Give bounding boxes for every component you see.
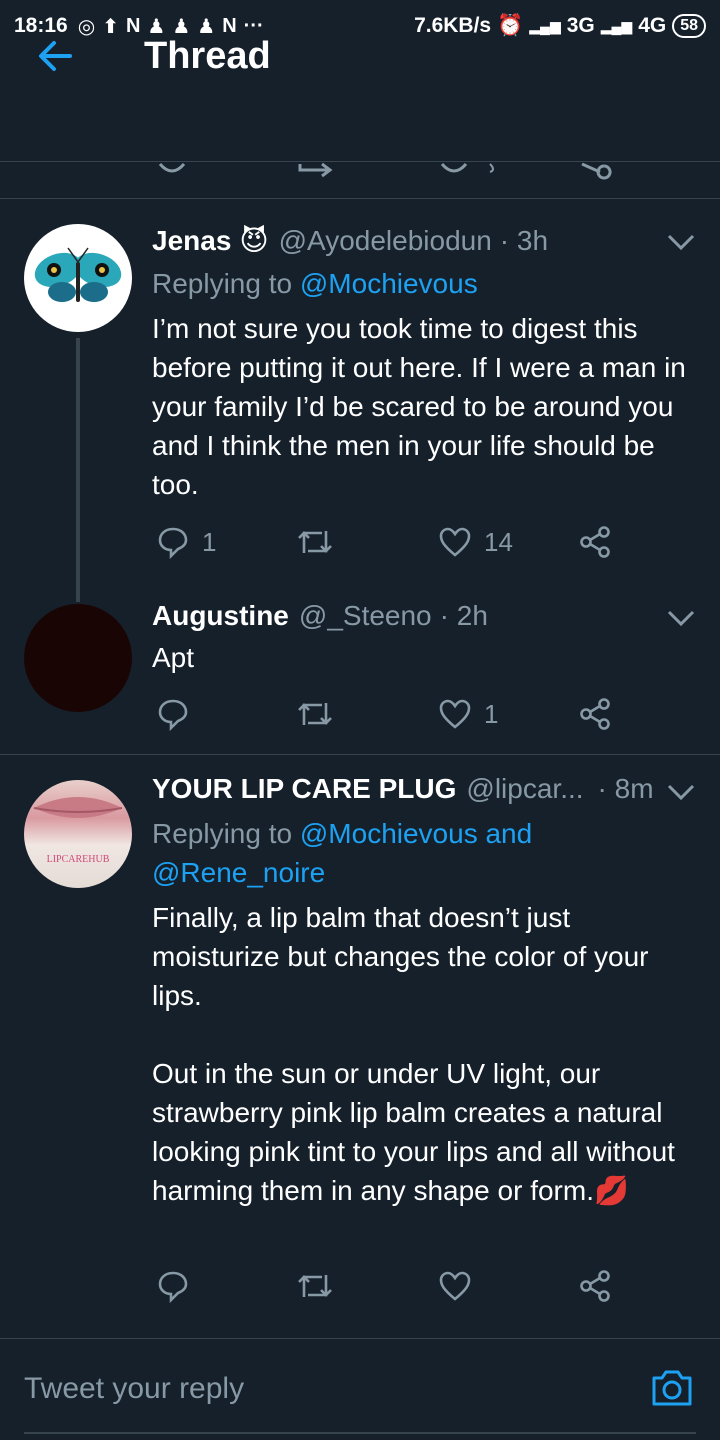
tweet-header: Augustine @_Steeno · 2h	[152, 600, 488, 636]
avatar[interactable]	[24, 224, 132, 332]
network-type-2: 4G	[638, 14, 667, 37]
share-button[interactable]	[578, 1266, 612, 1306]
like-count: 14	[484, 526, 513, 557]
retweet-icon	[298, 531, 332, 553]
tweet-menu-button[interactable]	[666, 608, 696, 628]
chevron-down-icon	[667, 234, 695, 251]
mention-link[interactable]: @Mochievous	[300, 268, 478, 299]
avatar[interactable]: LIPCAREHUB	[24, 780, 132, 888]
tweet-menu-button[interactable]	[666, 232, 696, 252]
share-icon	[581, 162, 612, 180]
arrow-left-icon	[39, 41, 72, 71]
devil-emoji: 😈	[239, 225, 269, 256]
display-name[interactable]: Jenas	[152, 225, 231, 257]
reply-icon	[158, 699, 188, 731]
reply-icon	[158, 1271, 188, 1303]
retweet-icon	[298, 162, 333, 178]
camera-icon	[652, 1370, 692, 1406]
like-button[interactable]: 14	[438, 522, 513, 562]
retweet-icon	[298, 703, 332, 725]
chevron-down-icon	[667, 610, 695, 627]
avatar-text: LIPCAREHUB	[47, 854, 110, 865]
tweet-text: Finally, a lip balm that doesn’t just mo…	[152, 902, 675, 1206]
username[interactable]: @_Steeno	[299, 600, 432, 632]
page-title: Thread	[144, 35, 271, 77]
previous-tweet-actions	[0, 162, 720, 182]
network-speed: 7.6KB/s	[414, 14, 492, 37]
share-button[interactable]	[578, 694, 612, 734]
divider	[0, 754, 720, 755]
chevron-down-icon	[667, 784, 695, 801]
mention-link[interactable]: @Mochievous and	[300, 818, 532, 849]
network-type-1: 3G	[566, 14, 595, 37]
signal-icon: ▂▄▆	[529, 17, 561, 34]
signal-icon: ▂▄▆	[600, 17, 633, 34]
heart-icon	[439, 1271, 471, 1301]
reply-input[interactable]: Tweet your reply	[24, 1372, 244, 1406]
butterfly-icon	[34, 247, 122, 302]
alarm-icon: ⏰	[497, 14, 524, 37]
reply-button[interactable]	[156, 694, 190, 734]
heart-icon	[439, 527, 471, 557]
share-icon	[580, 698, 610, 730]
like-button[interactable]: 1	[438, 694, 498, 734]
reply-button[interactable]: 1	[156, 522, 216, 562]
lips-logo-icon: LIPCAREHUB	[33, 797, 123, 865]
username[interactable]: @lipcar...	[466, 773, 583, 805]
reply-count: 1	[202, 526, 217, 557]
thread-connector	[76, 338, 80, 602]
reply-icon	[158, 162, 186, 173]
back-button[interactable]	[34, 34, 78, 78]
mention-link[interactable]: @Rene_noire	[152, 857, 325, 888]
divider	[0, 198, 720, 199]
reply-icon	[158, 527, 188, 559]
timestamp: · 3h	[499, 225, 549, 256]
retweet-button[interactable]	[296, 1266, 334, 1306]
whatsapp-icon: ◎	[77, 15, 96, 38]
tweet-menu-button[interactable]	[666, 782, 696, 802]
input-underline	[24, 1432, 696, 1434]
tweet-text: I’m not sure you took time to digest thi…	[152, 313, 694, 500]
retweet-icon	[298, 1275, 332, 1297]
avatar[interactable]	[24, 604, 132, 712]
battery-indicator: 58	[672, 14, 706, 38]
upload-icon: ⬆	[102, 15, 119, 38]
retweet-button[interactable]	[296, 522, 334, 562]
like-icon	[440, 162, 468, 173]
reply-button[interactable]	[156, 1266, 190, 1306]
tweet-header: Jenas 😈 @Ayodelebiodun · 3h	[152, 224, 548, 260]
share-button[interactable]	[578, 522, 612, 562]
tweet-header: YOUR LIP CARE PLUG @lipcar... · 8m	[152, 773, 654, 809]
retweet-button[interactable]	[296, 694, 334, 734]
camera-button[interactable]	[650, 1366, 694, 1410]
app-bar	[0, 52, 720, 162]
replying-to: Replying to @Mochievous and @Rene_noire	[152, 818, 533, 888]
like-button[interactable]	[438, 1266, 472, 1306]
replying-to: Replying to @Mochievous	[152, 268, 478, 299]
username[interactable]: @Ayodelebiodun	[279, 225, 492, 257]
share-icon	[580, 1270, 610, 1302]
status-bar: 18:16 ◎ ⬆ N ♟ ♟ ♟ N ··· 7.6KB/s ⏰ ▂▄▆ 3G…	[0, 0, 720, 52]
like-count: 1	[484, 698, 499, 729]
app-n-icon: N	[125, 14, 141, 37]
display-name[interactable]: Augustine	[152, 600, 289, 632]
timestamp: · 2h	[439, 600, 488, 631]
timestamp: · 8m	[597, 773, 654, 804]
tweet-text: Apt	[152, 642, 195, 673]
share-icon	[580, 526, 610, 558]
display-name[interactable]: YOUR LIP CARE PLUG	[152, 773, 456, 805]
heart-icon	[439, 699, 471, 729]
